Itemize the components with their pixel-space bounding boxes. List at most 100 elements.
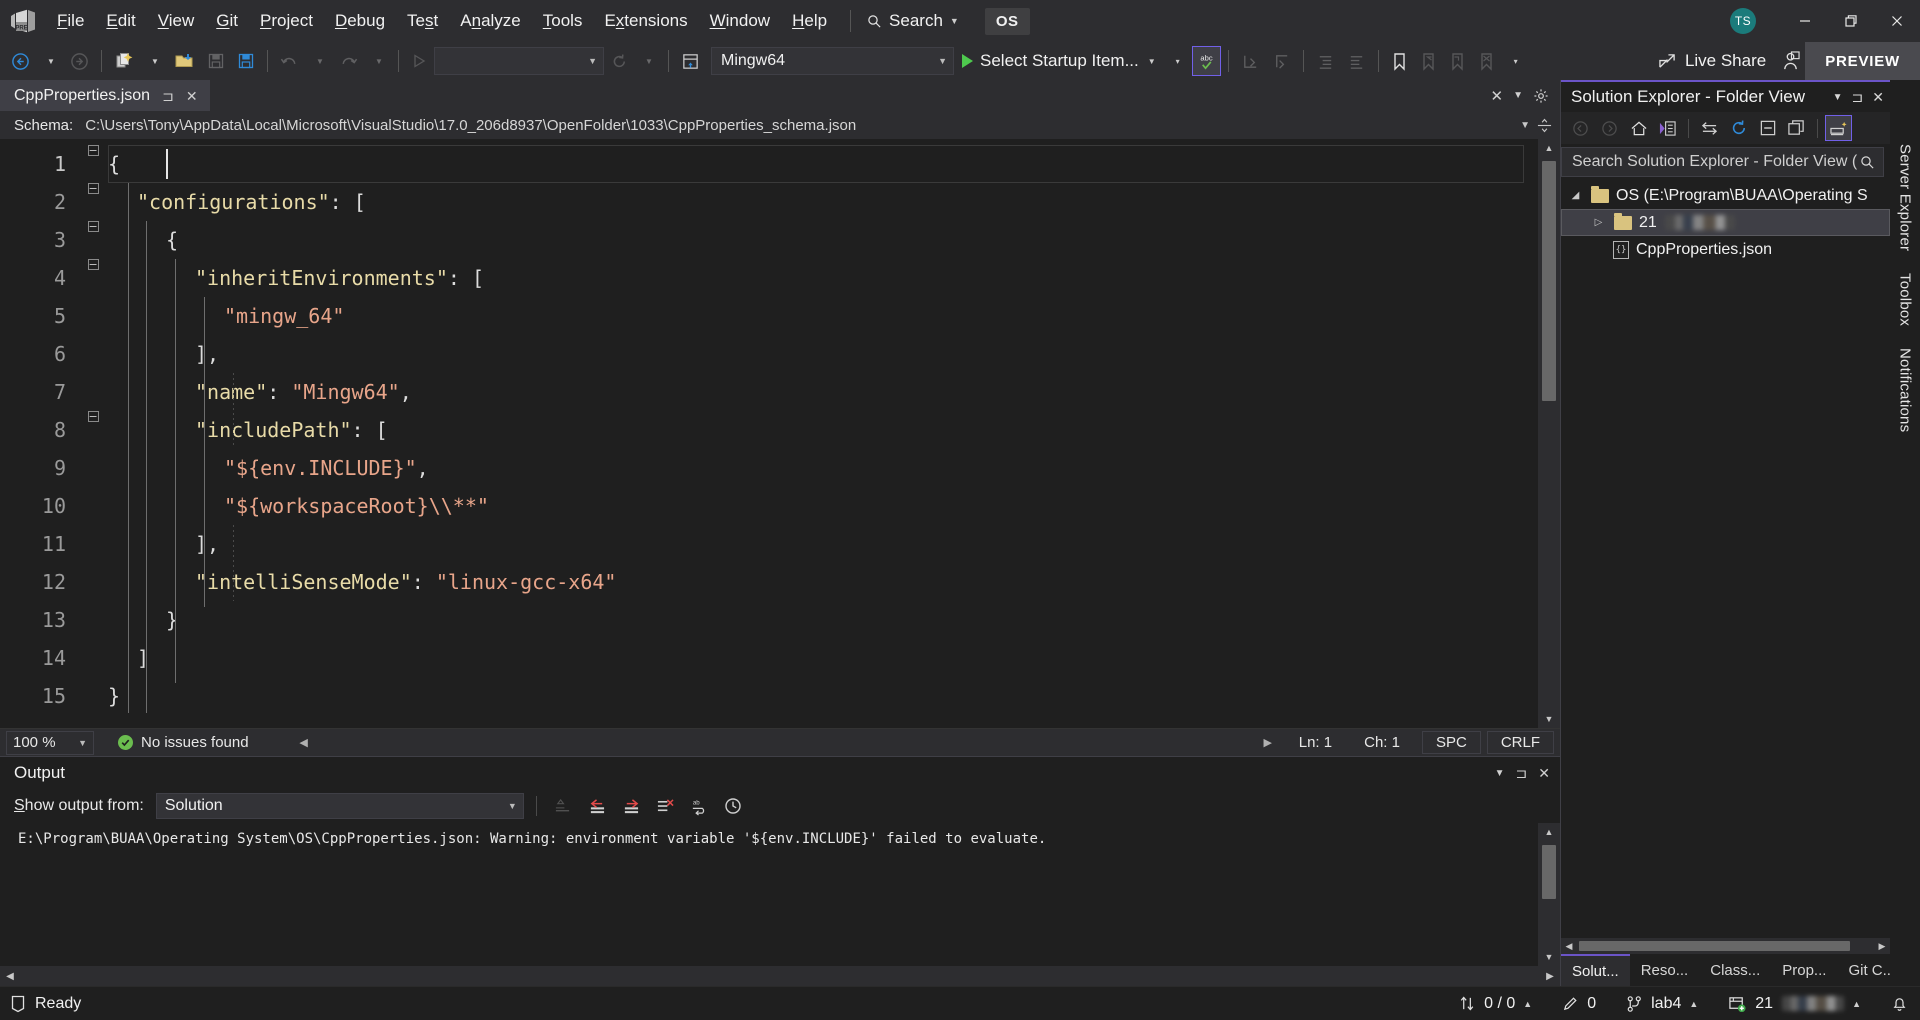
scroll-left-icon[interactable]: ◀ <box>1561 941 1577 952</box>
solution-explorer-tab[interactable]: Prop... <box>1771 954 1837 986</box>
forward-button[interactable] <box>1596 115 1623 141</box>
restart-button[interactable] <box>606 46 633 76</box>
scroll-right-icon[interactable]: ▶ <box>1540 971 1560 982</box>
toolbar-overflow-1[interactable]: ▾ <box>1164 46 1190 76</box>
window-restore-button[interactable] <box>1828 0 1874 42</box>
switch-views-button[interactable] <box>1654 115 1681 141</box>
pending-changes-status[interactable]: 0 <box>1562 995 1596 1013</box>
chevron-down-icon[interactable]: ▼ <box>1510 90 1526 101</box>
code-line[interactable]: 13} <box>0 601 1538 639</box>
output-pane-body[interactable]: E:\Program\BUAA\Operating System\OS\CppP… <box>0 823 1560 966</box>
collapse-all-button[interactable] <box>1754 115 1781 141</box>
menu-analyze[interactable]: Analyze <box>449 0 532 42</box>
code-line[interactable]: 2−"configurations": [ <box>0 183 1538 221</box>
solution-chip[interactable]: OS <box>985 8 1030 35</box>
vertical-tool-tab[interactable]: Notifications <box>1897 348 1914 432</box>
home-button[interactable] <box>1625 115 1652 141</box>
save-button[interactable] <box>202 46 230 76</box>
collapse-region-icon[interactable]: − <box>88 411 99 422</box>
redo-dropdown[interactable]: ▼ <box>365 46 391 76</box>
live-share-button[interactable]: Live Share <box>1648 42 1776 80</box>
gear-icon[interactable] <box>1530 88 1552 104</box>
solution-explorer-tab[interactable]: Reso... <box>1630 954 1700 986</box>
collapse-region-icon[interactable]: − <box>88 145 99 156</box>
menu-git[interactable]: Git <box>205 0 249 42</box>
chevron-expanded-icon[interactable]: ◢ <box>1567 190 1584 201</box>
show-all-files-button[interactable] <box>1783 115 1810 141</box>
code-line[interactable]: 12"intelliSenseMode": "linux-gcc-x64" <box>0 563 1538 601</box>
code-line[interactable]: 1−{ <box>0 145 1538 183</box>
chevron-collapsed-icon[interactable]: ▷ <box>1590 217 1607 228</box>
menu-edit[interactable]: Edit <box>95 0 146 42</box>
previous-bookmark-button[interactable] <box>1415 46 1442 76</box>
avatar[interactable]: TS <box>1730 8 1756 34</box>
close-document-icon[interactable]: ✕ <box>1488 87 1507 105</box>
new-item-button[interactable] <box>109 46 139 76</box>
sync-status[interactable]: 0 / 0 ▲ <box>1459 995 1532 1013</box>
split-view-icon[interactable] <box>1537 117 1552 134</box>
collapse-region-icon[interactable]: − <box>88 221 99 232</box>
output-source-combo[interactable]: Solution ▼ <box>156 793 524 819</box>
find-message-button[interactable] <box>549 793 577 819</box>
code-line[interactable]: 11], <box>0 525 1538 563</box>
open-folder-button[interactable] <box>169 46 200 76</box>
configuration-manager-button[interactable] <box>676 46 705 76</box>
collapse-region-icon[interactable]: − <box>88 183 99 194</box>
scroll-up-icon[interactable]: ▲ <box>1538 823 1560 841</box>
output-horizontal-scrollbar[interactable]: ◀ ▶ <box>0 966 1560 986</box>
menu-project[interactable]: Project <box>249 0 324 42</box>
redo-button[interactable] <box>334 46 363 76</box>
scroll-down-icon[interactable]: ▼ <box>1538 710 1560 728</box>
editor-tab-cpp-properties[interactable]: CppProperties.json ⊐ ✕ <box>0 80 210 111</box>
fold-gutter[interactable]: − <box>78 221 108 232</box>
save-all-button[interactable] <box>232 46 260 76</box>
go-to-previous-message-button[interactable] <box>583 793 611 819</box>
toggle-bookmark-button[interactable] <box>1386 46 1413 76</box>
chevron-down-icon[interactable]: ▼ <box>1520 120 1530 131</box>
clear-all-button[interactable] <box>651 793 679 819</box>
menu-view[interactable]: View <box>147 0 206 42</box>
go-to-next-message-button[interactable] <box>617 793 645 819</box>
navigate-backward-button[interactable] <box>6 46 35 76</box>
schema-path[interactable]: C:\Users\Tony\AppData\Local\Microsoft\Vi… <box>85 117 856 134</box>
fold-gutter[interactable]: − <box>78 411 108 422</box>
line-ending-mode[interactable]: CRLF <box>1487 731 1554 754</box>
close-icon[interactable]: ✕ <box>186 88 198 105</box>
run-button[interactable] <box>406 46 432 76</box>
decrease-indent-button[interactable] <box>1236 46 1265 76</box>
window-close-button[interactable] <box>1874 0 1920 42</box>
solution-explorer-tab[interactable]: Solut... <box>1561 954 1630 986</box>
sync-with-active-document-button[interactable] <box>1696 115 1723 141</box>
tree-item[interactable]: {}CppProperties.json <box>1561 236 1890 263</box>
code-line[interactable]: 5"mingw_64" <box>0 297 1538 335</box>
code-line[interactable]: 6], <box>0 335 1538 373</box>
spell-check-button[interactable]: abc <box>1192 46 1221 76</box>
next-bookmark-button[interactable] <box>1444 46 1471 76</box>
back-button[interactable] <box>1567 115 1594 141</box>
pin-icon[interactable]: ⊐ <box>1516 765 1528 782</box>
pin-icon[interactable]: ⊐ <box>1852 89 1864 106</box>
scrollbar-thumb[interactable] <box>1579 941 1850 951</box>
comment-button[interactable] <box>1311 46 1340 76</box>
increase-indent-button[interactable] <box>1267 46 1296 76</box>
pin-icon[interactable]: ⊐ <box>162 88 174 105</box>
close-icon[interactable]: ✕ <box>1538 765 1550 782</box>
code-line[interactable]: 15} <box>0 677 1538 715</box>
preview-badge[interactable]: PREVIEW <box>1805 42 1920 80</box>
menu-file[interactable]: File <box>46 0 95 42</box>
code-line[interactable]: 8−"includePath": [ <box>0 411 1538 449</box>
restart-dropdown[interactable]: ▼ <box>635 46 661 76</box>
chevron-down-icon[interactable]: ▼ <box>1495 768 1505 779</box>
horizontal-scroll-right-icon[interactable]: ▶ <box>1259 734 1277 752</box>
launch-target-combo[interactable]: ▼ <box>434 47 604 75</box>
global-search[interactable]: Search ▼ <box>863 11 963 31</box>
menu-extensions[interactable]: Extensions <box>593 0 698 42</box>
horizontal-scroll-left-icon[interactable]: ◀ <box>295 734 313 752</box>
tree-item[interactable]: ◢OS (E:\Program\BUAA\Operating S <box>1561 182 1890 209</box>
fold-gutter[interactable]: − <box>78 145 108 156</box>
uncomment-button[interactable] <box>1342 46 1371 76</box>
scrollbar-thumb[interactable] <box>1542 845 1556 899</box>
notifications-button[interactable] <box>1891 995 1908 1013</box>
refresh-button[interactable] <box>1725 115 1752 141</box>
solution-explorer-search-input[interactable]: Search Solution Explorer - Folder View ( <box>1561 147 1884 177</box>
